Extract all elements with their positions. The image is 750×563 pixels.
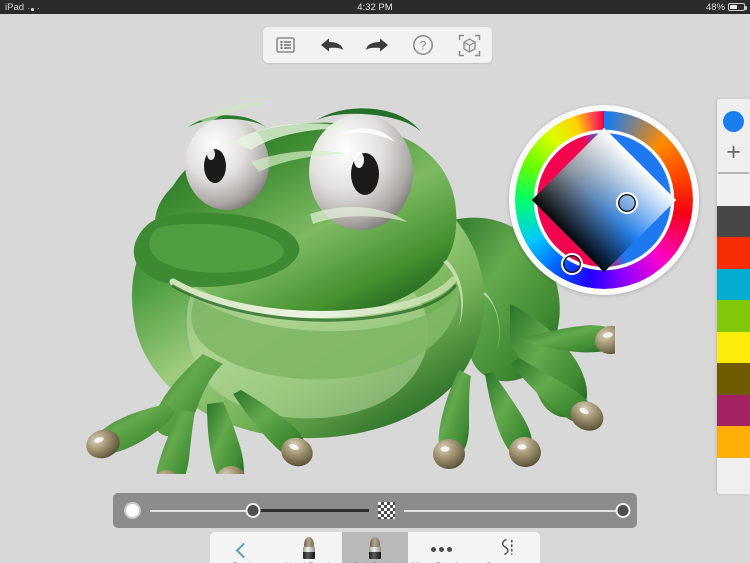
brush-opacity-track: [404, 509, 623, 512]
brush-slider-bar: [113, 493, 637, 528]
color-wheel-panel[interactable]: [509, 105, 699, 295]
shade-picker-handle[interactable]: [616, 192, 638, 214]
frog-artwork: [55, 54, 615, 474]
status-bar-right: 48%: [705, 1, 747, 13]
chevron-left-icon: [235, 537, 251, 559]
brush-bottom-bar: Back Hard Brush Soft Brush More Brushes: [210, 532, 540, 563]
help-icon[interactable]: ?: [403, 30, 443, 60]
swatch-green[interactable]: [717, 300, 750, 332]
bottom-item-symmetry[interactable]: Symmetry: [474, 532, 540, 563]
swatch-dark-gray[interactable]: [717, 205, 750, 237]
palette-swatches: [717, 174, 750, 458]
brush-opacity-slider[interactable]: [404, 502, 631, 520]
checkerboard-icon: [378, 502, 395, 519]
swatch-white[interactable]: [717, 174, 750, 206]
brush-icon: [302, 537, 316, 559]
swatch-yellow[interactable]: [717, 331, 750, 363]
swatch-magenta[interactable]: [717, 394, 750, 426]
svg-text:?: ?: [420, 39, 427, 53]
color-wheel[interactable]: [515, 111, 693, 289]
status-bar: iPad 4:32 PM 48%: [0, 0, 750, 14]
battery-icon: [728, 3, 747, 11]
layers-list-icon[interactable]: [266, 30, 306, 60]
bottom-item-hard-brush[interactable]: Hard Brush: [276, 532, 342, 563]
brush-icon: [368, 537, 382, 559]
brush-size-slider[interactable]: [150, 502, 369, 520]
swatch-cyan[interactable]: [717, 268, 750, 300]
brush-size-knob[interactable]: [245, 503, 261, 518]
hue-picker-handle[interactable]: [561, 253, 583, 275]
circle-size-icon: [124, 502, 141, 519]
drawing-canvas[interactable]: ? +: [0, 14, 750, 563]
status-bar-time: 4:32 PM: [357, 1, 393, 13]
swatch-orange[interactable]: [717, 426, 750, 458]
symmetry-icon: [498, 537, 516, 559]
bottom-item-more-brushes[interactable]: More Brushes: [408, 532, 474, 563]
undo-icon[interactable]: [312, 30, 352, 60]
swatch-olive[interactable]: [717, 363, 750, 395]
color-palette-sidebar: +: [717, 99, 750, 494]
bottom-item-back[interactable]: Back: [210, 532, 276, 563]
brush-opacity-knob[interactable]: [615, 503, 631, 518]
bottom-item-soft-brush[interactable]: Soft Brush: [342, 532, 408, 563]
app-root: iPad 4:32 PM 48% ? +: [0, 0, 750, 563]
current-color-swatch[interactable]: [723, 111, 744, 132]
3d-cube-icon[interactable]: [449, 30, 489, 60]
battery-percent-label: 48%: [705, 1, 725, 13]
top-toolbar: ?: [263, 27, 492, 63]
redo-icon[interactable]: [357, 30, 397, 60]
swatch-red[interactable]: [717, 237, 750, 269]
add-color-button[interactable]: +: [717, 132, 750, 172]
ellipsis-icon: [430, 537, 452, 559]
brush-size-fill: [252, 509, 369, 512]
